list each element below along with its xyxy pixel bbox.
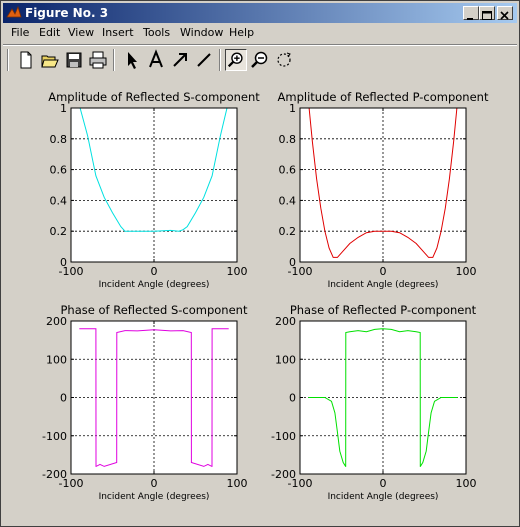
x-tick-label: 100	[456, 265, 477, 278]
x-tick-label: 0	[151, 477, 158, 490]
y-tick-label: 0.4	[279, 194, 297, 207]
y-tick-label: 0	[60, 392, 67, 405]
x-tick-label: 100	[456, 477, 477, 490]
menu-tools[interactable]: Tools	[143, 26, 170, 39]
toolbar-separator	[219, 49, 221, 71]
menu-file[interactable]: File	[11, 26, 29, 39]
rotate-3d-button[interactable]	[273, 49, 295, 71]
menu-help[interactable]: Help	[229, 26, 254, 39]
title-bar[interactable]: Figure No. 3	[3, 3, 517, 23]
toolbar-separator	[113, 49, 115, 71]
x-axis-label: Incident Angle (degrees)	[99, 492, 210, 502]
y-tick-label: 0.2	[279, 225, 297, 238]
insert-text-button[interactable]	[145, 49, 167, 71]
subplot-2: -100 0 10000.20.40.60.81Amplitude of Refle…	[278, 90, 489, 290]
zoom-in-button[interactable]	[225, 49, 247, 71]
zoom-in-icon	[227, 52, 243, 68]
subplot-4: -100 0 100-200-1000100200Phase of Reflecte…	[271, 303, 477, 502]
print-button[interactable]	[87, 49, 109, 71]
y-tick-label: 0.4	[50, 194, 68, 207]
new-file-button[interactable]	[15, 49, 37, 71]
y-tick-label: -200	[42, 468, 67, 481]
y-tick-label: 0.6	[279, 164, 297, 177]
open-button[interactable]	[39, 49, 61, 71]
subplot-title: Amplitude of Reflected P-component	[278, 90, 489, 104]
subplot-title: Phase of Reflected S-component	[61, 303, 248, 317]
select-arrow-icon	[128, 52, 137, 69]
figure-canvas: -100 0 10000.20.40.60.81Amplitude of Refle…	[42, 90, 489, 502]
y-tick-label: 0.2	[50, 225, 68, 238]
save-button[interactable]	[63, 49, 85, 71]
subplot-1: -100 0 10000.20.40.60.81Amplitude of Refle…	[48, 90, 260, 290]
maximize-button[interactable]	[479, 6, 495, 20]
menu-view[interactable]: View	[68, 26, 94, 39]
select-button[interactable]	[121, 49, 143, 71]
y-tick-label: 0.6	[50, 164, 68, 177]
menu-bar: File Edit View Insert Tools Window Help	[3, 24, 517, 42]
maximize-icon	[482, 11, 492, 20]
menu-insert[interactable]: Insert	[102, 26, 134, 39]
x-tick-label: 0	[380, 477, 387, 490]
insert-arrow-button[interactable]	[169, 49, 191, 71]
y-tick-label: 0.8	[50, 133, 68, 146]
close-icon	[500, 11, 509, 20]
subplot-3: -100 0 100-200-1000100200Phase of Reflecte…	[42, 303, 248, 502]
toolbar	[3, 44, 517, 75]
window-title: Figure No. 3	[25, 6, 109, 20]
minimize-button[interactable]	[463, 6, 479, 20]
y-tick-label: 0	[60, 256, 67, 269]
y-tick-label: 100	[275, 353, 296, 366]
x-tick-label: 0	[151, 265, 158, 278]
subplot-title: Phase of Reflected P-component	[290, 303, 477, 317]
x-axis-label: Incident Angle (degrees)	[328, 492, 439, 502]
x-axis-label: Incident Angle (degrees)	[328, 280, 439, 290]
open-folder-icon	[41, 55, 59, 68]
matlab-icon	[6, 5, 22, 18]
insert-line-button[interactable]	[193, 49, 215, 71]
y-tick-label: 0	[289, 392, 296, 405]
x-tick-label: 0	[380, 265, 387, 278]
zoom-out-icon	[251, 51, 268, 68]
x-tick-label: 100	[227, 477, 248, 490]
subplot-title: Amplitude of Reflected S-component	[48, 90, 260, 104]
y-tick-label: -100	[42, 430, 67, 443]
new-file-icon	[20, 51, 32, 69]
close-button[interactable]	[497, 6, 513, 20]
minimize-icon	[467, 18, 473, 20]
y-tick-label: 0.8	[279, 133, 297, 146]
y-tick-label: 0	[289, 256, 296, 269]
rotate-3d-icon	[277, 52, 291, 67]
print-icon	[89, 51, 107, 69]
insert-arrow-icon	[173, 53, 187, 67]
figure-window: Figure No. 3 File Edit View Insert Tools…	[0, 0, 520, 527]
menu-edit[interactable]: Edit	[39, 26, 60, 39]
x-tick-label: 100	[227, 265, 248, 278]
y-tick-label: 100	[46, 353, 67, 366]
y-tick-label: -200	[271, 468, 296, 481]
save-icon	[66, 52, 82, 68]
toolbar-grip	[7, 49, 9, 71]
y-tick-label: -100	[271, 430, 296, 443]
zoom-out-button[interactable]	[249, 49, 271, 71]
menu-window[interactable]: Window	[180, 26, 223, 39]
x-axis-label: Incident Angle (degrees)	[99, 280, 210, 290]
insert-line-icon	[197, 53, 211, 67]
insert-text-icon	[149, 49, 163, 68]
